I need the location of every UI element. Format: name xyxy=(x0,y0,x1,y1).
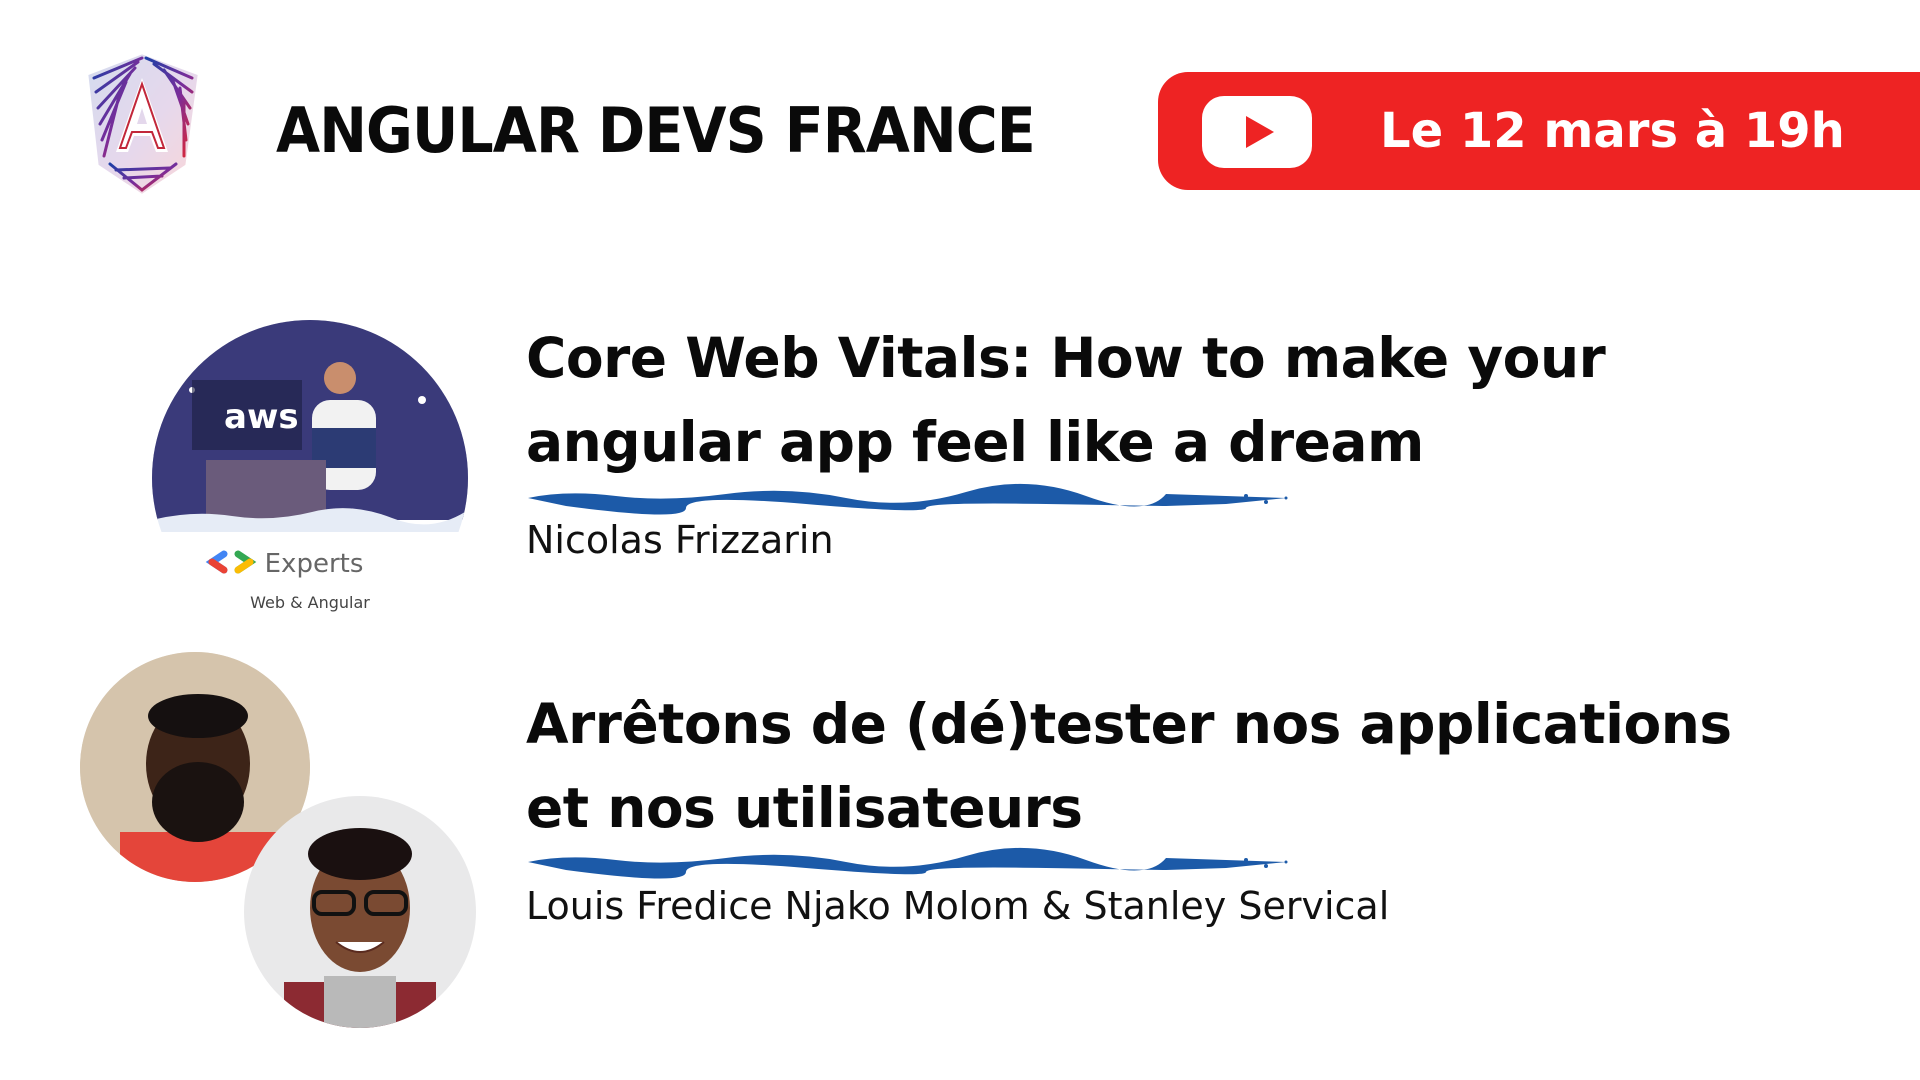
brush-underline xyxy=(528,847,1288,879)
event-date: Le 12 mars à 19h xyxy=(1380,103,1845,159)
talk-1-title-line-1: Core Web Vitals: How to make your xyxy=(526,326,1606,390)
youtube-play-icon xyxy=(1202,96,1312,168)
talk-2-speaker: Louis Fredice Njako Molom & Stanley Serv… xyxy=(526,884,1390,928)
angular-logo-icon xyxy=(80,52,230,202)
gde-badge-subtitle: Web & Angular xyxy=(250,593,370,612)
talk-2-title: Arrêtons de (dé)tester nos applications … xyxy=(526,682,1826,850)
aws-banner-text: aws xyxy=(224,397,299,437)
talk-2-title-line-2: et nos utilisateurs xyxy=(526,776,1083,840)
brand-title: ANGULAR DEVS FRANCE xyxy=(276,94,1036,167)
gde-badge-title: Experts xyxy=(265,549,364,579)
talk-1-title-line-2: angular app feel like a dream xyxy=(526,410,1424,474)
speaker-photo-stanley xyxy=(244,796,476,1028)
talk-1-title: Core Web Vitals: How to make your angula… xyxy=(526,316,1826,484)
live-date-banner: Le 12 mars à 19h xyxy=(1158,72,1920,190)
speaker-photo-nicolas: aws Experts Web & Angular xyxy=(152,320,468,636)
brush-underline xyxy=(528,483,1288,515)
talk-1-speaker: Nicolas Frizzarin xyxy=(526,518,834,562)
talk-2-title-line-1: Arrêtons de (dé)tester nos applications xyxy=(526,692,1732,756)
